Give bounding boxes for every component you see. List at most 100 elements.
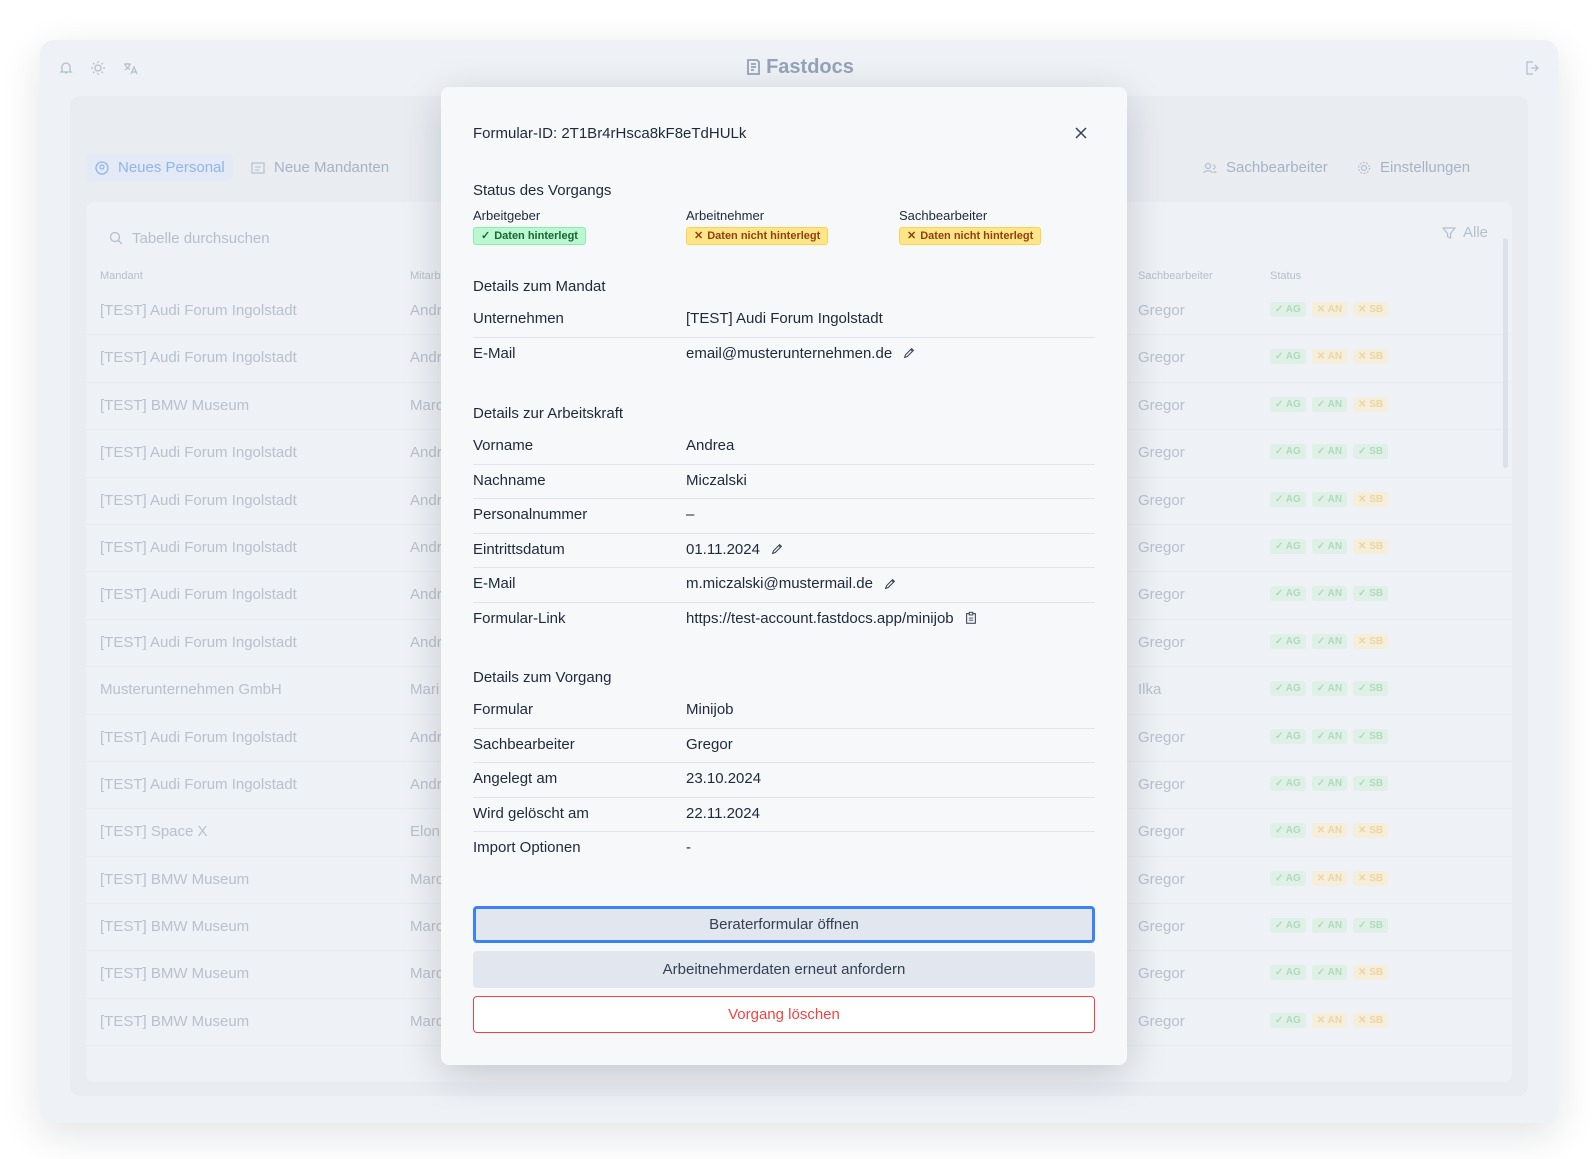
column-header-sachbearbeiter[interactable]: Sachbearbeiter [1138, 270, 1213, 282]
cell-sachbearbeiter: Gregor [1138, 728, 1185, 746]
detail-row: Vorname Andrea [473, 430, 1095, 465]
status-mini-badge: ✓ AG [1270, 302, 1306, 317]
status-code: AN [1327, 351, 1343, 363]
cell-mandant: [TEST] Audi Forum Ingolstadt [100, 302, 297, 319]
table-scrollbar[interactable] [1503, 238, 1508, 468]
detail-value-text: email@musterunternehmen.de [686, 344, 893, 362]
status-code: SB [1369, 1014, 1384, 1026]
status-mini-badge: ✓ AG [1270, 681, 1306, 697]
x-icon: ✕ [1358, 635, 1370, 647]
status-arbeitnehmer: Arbeitnehmer ✕ Daten nicht hinterlegt [686, 208, 829, 245]
status-code: SB [1369, 777, 1384, 789]
cell-mitarbeiter: Andr [410, 349, 442, 367]
pencil-icon[interactable] [883, 577, 897, 591]
status-code: AN [1327, 777, 1343, 789]
status-mini-badge: ✕ SB [1353, 302, 1389, 317]
cell-status: ✓ AG ✕ AN ✕ SB [1270, 823, 1389, 839]
status-mini-badge: ✓ AG [1270, 918, 1306, 934]
status-mini-badge: ✓ AN [1311, 681, 1348, 697]
cell-mandant: [TEST] Audi Forum Ingolstadt [100, 775, 297, 793]
column-header-mandant[interactable]: Mandant [100, 270, 143, 282]
detail-row: Formular-Link https://test-account.fastdo… [473, 603, 1095, 638]
status-badge: ✕ Daten nicht hinterlegt [899, 226, 1042, 245]
cell-status: ✓ AG ✕ AN ✕ SB [1270, 302, 1389, 317]
detail-value-text: – [686, 506, 695, 523]
detail-row: Wird gelöscht am 22.11.2024 [473, 798, 1095, 832]
status-mini-badge: ✓ AG [1270, 775, 1306, 791]
tab-sachbearbeiter[interactable]: Sachbearbeiter [1194, 154, 1336, 181]
x-icon: ✕ [1316, 872, 1328, 884]
status-row: Arbeitgeber ✓ Daten hinterlegt Arbeitnehm… [473, 208, 1113, 248]
check-icon: ✓ [1275, 635, 1286, 647]
status-mini-badge: ✓ AN [1311, 538, 1348, 554]
status-mini-badge: ✓ AG [1270, 870, 1306, 886]
check-icon: ✓ [1275, 920, 1286, 932]
cell-mitarbeiter: Marc [410, 1012, 444, 1030]
status-code: AG [1285, 825, 1301, 837]
cell-status: ✓ AG ✓ AN ✕ SB [1270, 965, 1389, 981]
cell-mandant: [TEST] Audi Forum Ingolstadt [100, 444, 297, 462]
x-icon: ✕ [1358, 304, 1370, 315]
close-icon[interactable] [1073, 125, 1089, 141]
detail-value: Miczalski [686, 472, 747, 489]
cell-status: ✓ AG ✓ AN ✓ SB [1270, 918, 1389, 934]
status-mini-badge: ✓ AN [1311, 586, 1348, 602]
detail-key: Sachbearbeiter [473, 735, 575, 753]
detail-value-text: 22.11.2024 [686, 804, 760, 822]
check-icon: ✓ [1316, 920, 1328, 932]
arbeitskraft-details: Vorname Andrea Nachname Miczalski Personalnu… [473, 430, 1095, 637]
column-header-status[interactable]: Status [1270, 270, 1301, 282]
cell-mitarbeiter: Elon [410, 823, 441, 841]
cell-mandant: [TEST] Audi Forum Ingolstadt [100, 538, 297, 556]
x-icon: ✕ [1358, 967, 1370, 979]
tab-neues-personal[interactable]: Neues Personal [86, 154, 233, 181]
detail-value: Minijob [686, 701, 734, 718]
status-code: AN [1327, 398, 1343, 410]
check-icon: ✓ [1316, 967, 1328, 979]
x-icon: ✕ [1358, 398, 1370, 410]
status-code: AN [1327, 635, 1343, 647]
status-code: SB [1369, 446, 1384, 458]
filter-button[interactable]: Alle [1441, 224, 1488, 241]
tab-einstellungen[interactable]: Einstellungen [1348, 154, 1478, 181]
request-employee-data-button[interactable]: Arbeitnehmerdaten erneut anfordern [473, 951, 1095, 988]
x-icon: ✕ [1358, 872, 1370, 884]
detail-value: Gregor [686, 736, 733, 753]
cell-status: ✓ AG ✓ AN ✕ SB [1270, 396, 1389, 412]
status-mini-badge: ✓ AN [1311, 775, 1348, 791]
cell-mitarbeiter: Andr [410, 775, 442, 793]
x-icon: ✕ [1358, 1014, 1370, 1026]
check-icon: ✓ [1275, 777, 1286, 789]
x-icon: ✕ [1316, 1014, 1328, 1026]
clipboard-icon[interactable] [964, 611, 978, 625]
check-icon: ✓ [1275, 540, 1286, 552]
pencil-icon[interactable] [770, 542, 784, 556]
status-mini-badge: ✓ AN [1311, 728, 1348, 744]
delete-process-button[interactable]: Vorgang löschen [473, 996, 1095, 1033]
cell-status: ✓ AG ✕ AN ✕ SB [1270, 1012, 1389, 1028]
column-header-mitarbeiter[interactable]: Mitarb [410, 270, 441, 282]
x-icon: ✕ [1358, 825, 1370, 837]
arbeitskraft-section-title: Details zur Arbeitskraft [473, 405, 624, 422]
cell-sachbearbeiter: Gregor [1138, 538, 1185, 556]
cell-mitarbeiter: Andr [410, 538, 442, 556]
status-mini-badge: ✕ SB [1353, 349, 1389, 365]
status-code: SB [1369, 351, 1384, 363]
detail-value: Andrea [686, 437, 734, 454]
status-code: AN [1327, 920, 1343, 932]
status-mini-badge: ✓ SB [1353, 775, 1389, 791]
cell-mandant: [TEST] BMW Museum [100, 965, 250, 983]
detail-key: Personalnummer [473, 506, 588, 523]
tab-neue-mandanten[interactable]: Neue Mandanten [242, 154, 397, 181]
open-advisor-form-button[interactable]: Beraterformular öffnen [473, 906, 1095, 943]
status-code: AG [1285, 493, 1301, 505]
pencil-icon[interactable] [902, 346, 916, 360]
status-mini-badge: ✓ AN [1311, 396, 1348, 412]
logout-icon[interactable] [1524, 60, 1540, 76]
status-mini-badge: ✓ AN [1311, 444, 1348, 460]
status-mini-badge: ✓ SB [1353, 728, 1389, 744]
cell-status: ✓ AG ✓ AN ✓ SB [1270, 444, 1389, 460]
status-code: AG [1285, 351, 1301, 363]
status-code: AG [1285, 304, 1301, 315]
cell-sachbearbeiter: Ilka [1138, 681, 1162, 699]
